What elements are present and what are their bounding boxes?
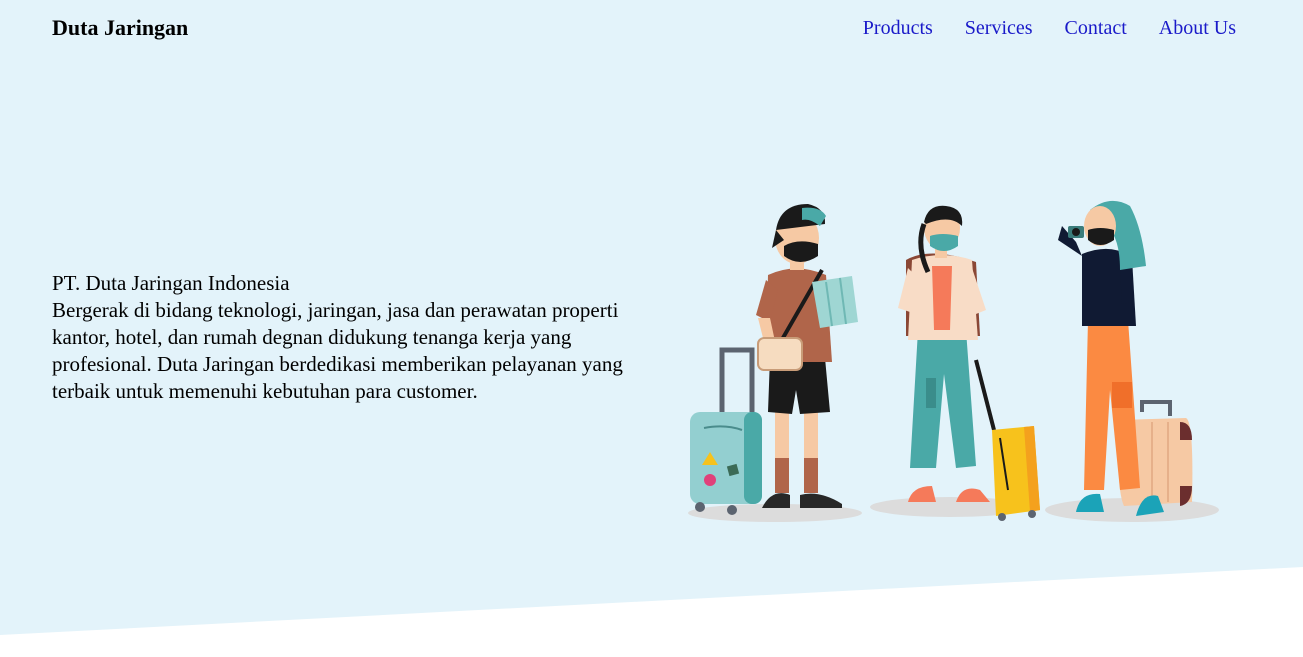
teal-suitcase xyxy=(690,347,762,515)
traveler-boy xyxy=(690,204,858,515)
company-description: Bergerak di bidang teknologi, jaringan, … xyxy=(52,298,623,403)
nav-link-services[interactable]: Services xyxy=(965,14,1033,42)
brand-logo[interactable]: Duta Jaringan xyxy=(52,14,188,42)
main-nav: Products Services Contact About Us xyxy=(863,14,1236,42)
nav-link-about-us[interactable]: About Us xyxy=(1159,14,1236,42)
traveler-girl-camera xyxy=(1058,200,1193,516)
traveler-girl-backpack xyxy=(898,205,1040,521)
travelers-illustration xyxy=(688,200,1219,522)
company-name: PT. Duta Jaringan Indonesia xyxy=(52,271,290,295)
nav-link-products[interactable]: Products xyxy=(863,14,933,42)
nav-link-contact[interactable]: Contact xyxy=(1065,14,1127,42)
hero-intro: PT. Duta Jaringan Indonesia Bergerak di … xyxy=(52,270,632,405)
